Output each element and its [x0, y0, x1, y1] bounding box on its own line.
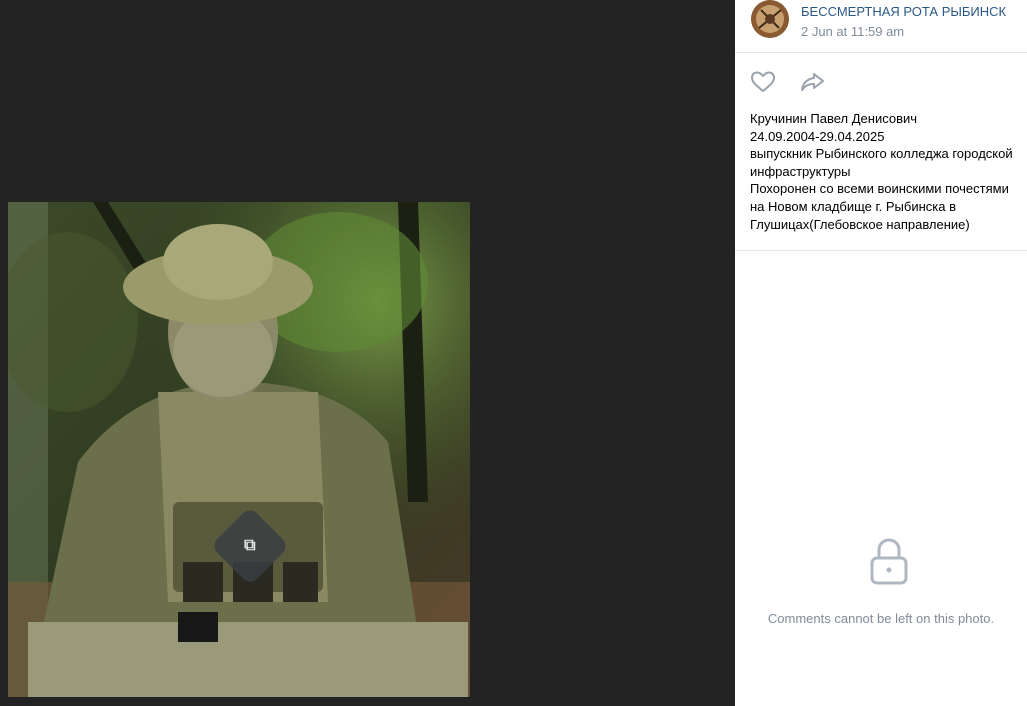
post-text-line: Похоронен со всеми воинскими почестями: [750, 181, 1009, 197]
post-text-line: инфраструктуры: [750, 163, 851, 179]
author-link[interactable]: БЕССМЕРТНАЯ РОТА РЫБИНСК: [801, 4, 1006, 19]
post-text-line: Глушицах(Глебовское направление): [750, 216, 970, 232]
post-text-line: Кручинин Павел Денисович: [750, 111, 918, 126]
post-text-line: 24.09.2004-29.04.2025: [750, 128, 885, 144]
comments-disabled-message: Comments cannot be left on this photo.: [767, 611, 995, 626]
share-arrow-icon[interactable]: [799, 68, 827, 96]
post-date[interactable]: 2 Jun at 11:59 am: [801, 24, 904, 39]
lock-icon: [868, 536, 910, 586]
post-header: БЕССМЕРТНАЯ РОТА РЫБИНСК 2 Jun at 11:59 …: [735, 0, 1027, 53]
photo[interactable]: [8, 202, 470, 697]
photo-viewer: ⧉: [0, 0, 735, 706]
post-text-line: на Новом кладбище г. Рыбинска в: [750, 198, 957, 214]
heart-icon[interactable]: [749, 68, 777, 96]
post-text-line: выпускник Рыбинского колледжа городской: [750, 146, 1013, 162]
avatar[interactable]: [751, 0, 789, 38]
side-panel: БЕССМЕРТНАЯ РОТА РЫБИНСК 2 Jun at 11:59 …: [735, 0, 1027, 706]
post-text: Кручинин Павел Денисович 24.09.2004-29.0…: [750, 110, 1027, 233]
post-actions: [735, 52, 1027, 100]
divider: [735, 250, 1027, 251]
